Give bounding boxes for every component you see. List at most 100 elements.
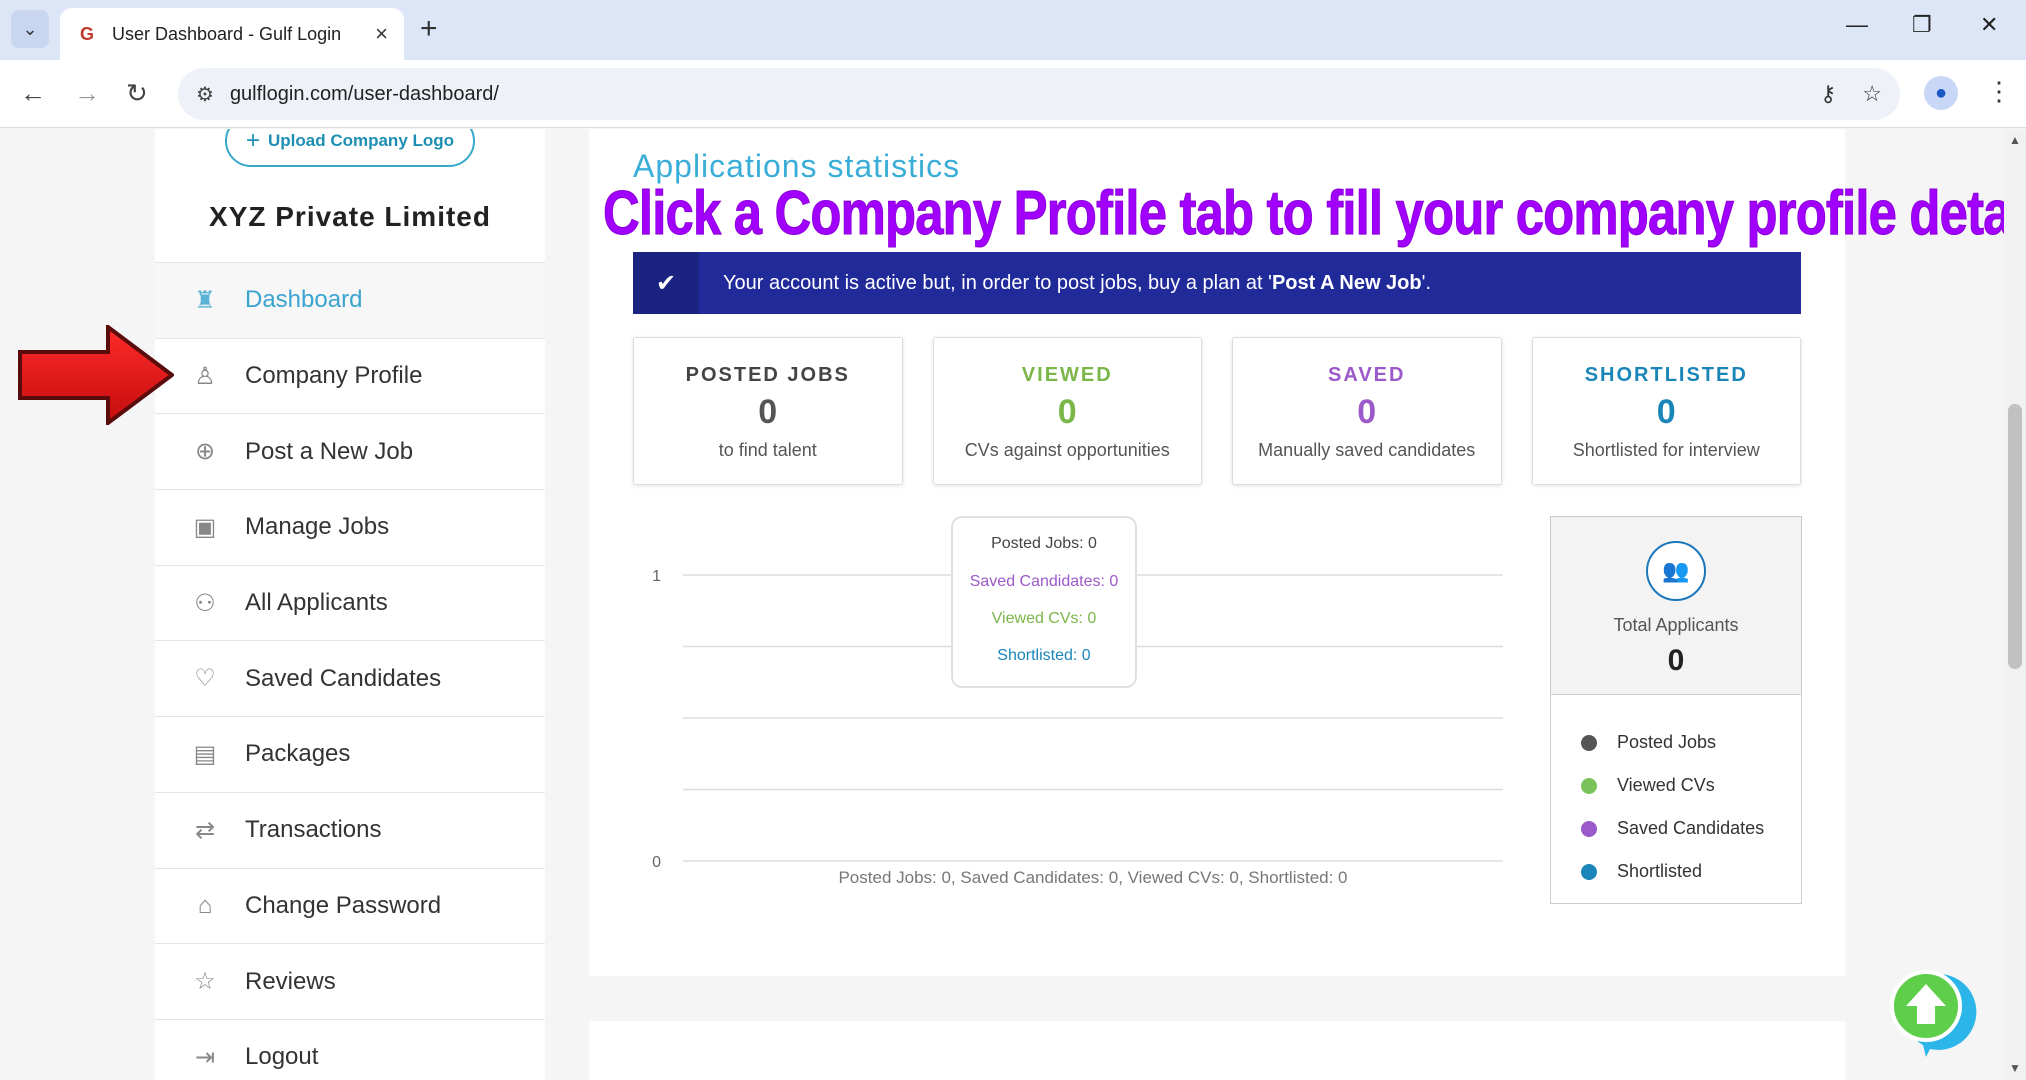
sidebar-item-logout[interactable]: ⇥ Logout <box>155 1018 545 1080</box>
user-icon: ♙ <box>194 362 216 390</box>
scroll-down-icon[interactable]: ▼ <box>2009 1061 2021 1075</box>
legend-dot <box>1581 863 1597 880</box>
url-text: gulflogin.com/user-dashboard/ <box>229 82 499 105</box>
chevron-down-icon: ⌄ <box>22 18 38 39</box>
alert-text: Your account is active but, in order to … <box>723 272 1431 295</box>
tooltip-viewed: Viewed CVs: 0 <box>992 610 1097 627</box>
tooltip-posted: Posted Jobs: 0 <box>991 535 1097 552</box>
sidebar-item-all-applicants[interactable]: ⚇ All Applicants <box>155 564 545 641</box>
stat-subtitle: CVs against opportunities <box>964 440 1170 460</box>
close-window-icon[interactable]: ✕ <box>1980 12 1998 38</box>
legend-dot <box>1581 820 1597 837</box>
sidebar-item-label: Logout <box>245 1043 319 1071</box>
alert-text-after: '. <box>1421 271 1431 294</box>
star-icon: ☆ <box>194 968 216 996</box>
upload-logo-button[interactable]: + Upload Company Logo <box>225 129 475 167</box>
card-icon: ▤ <box>193 740 217 768</box>
forward-icon[interactable]: → <box>74 78 100 109</box>
bookmark-star-icon[interactable]: ☆ <box>1862 81 1882 107</box>
stats-row: POSTED JOBS 0 to find talent VIEWED 0 CV… <box>633 337 1801 485</box>
sidebar-item-post-job[interactable]: ⊕ Post a New Job <box>155 413 545 489</box>
briefcase-icon: ▣ <box>193 513 217 541</box>
stat-title: POSTED JOBS <box>685 364 850 386</box>
stat-card-posted-jobs: POSTED JOBS 0 to find talent <box>633 337 903 485</box>
site-favicon-icon: G <box>79 23 94 44</box>
total-applicants-legend: 👥 Total Applicants 0 Posted Jobs Viewed … <box>1550 516 1802 904</box>
legend-list: Posted Jobs Viewed CVs Saved Candidates … <box>1551 695 1801 893</box>
legend-item-shortlisted: Shortlisted <box>1581 850 1801 893</box>
sidebar-item-transactions[interactable]: ⇄ Transactions <box>155 791 545 868</box>
scroll-to-top-button[interactable] <box>1886 966 1978 1058</box>
sidebar-item-label: Manage Jobs <box>245 513 390 541</box>
page-scrollbar[interactable]: ▲ ▼ <box>2004 129 2026 1080</box>
sidebar-item-label: Transactions <box>245 816 382 844</box>
total-applicants-summary: 👥 Total Applicants 0 <box>1551 517 1801 695</box>
browser-menu-icon[interactable]: ⋮ <box>1986 76 2012 107</box>
alert-text-before: Your account is active but, in order to … <box>723 271 1272 294</box>
stat-value: 0 <box>1656 393 1676 431</box>
back-icon[interactable]: ← <box>20 78 46 109</box>
sidebar-item-label: Saved Candidates <box>245 664 442 692</box>
dashboard-sidebar: + Upload Company Logo XYZ Private Limite… <box>155 129 545 1080</box>
sidebar-item-label: Packages <box>245 740 351 768</box>
stat-subtitle: Shortlisted for interview <box>1572 440 1760 460</box>
sidebar-item-label: Company Profile <box>245 362 423 390</box>
sidebar-item-label: Reviews <box>245 967 336 995</box>
x-axis-label: Posted Jobs: 0, Saved Candidates: 0, Vie… <box>838 868 1347 887</box>
site-info-icon[interactable]: ⚙ <box>196 82 214 107</box>
post-new-job-link[interactable]: Post A New Job <box>1272 272 1422 294</box>
plus-icon: + <box>245 129 260 154</box>
legend-item-posted: Posted Jobs <box>1581 721 1801 764</box>
stat-value: 0 <box>758 393 778 431</box>
sidebar-item-label: All Applicants <box>245 589 388 617</box>
browser-tab[interactable]: G User Dashboard - Gulf Login × <box>60 8 404 60</box>
tooltip-saved: Saved Candidates: 0 <box>970 573 1119 590</box>
browser-tabbar: ⌄ G User Dashboard - Gulf Login × + — ❐ … <box>0 0 2026 60</box>
sidebar-item-manage-jobs[interactable]: ▣ Manage Jobs <box>155 489 545 565</box>
group-icon: ⚇ <box>194 589 216 617</box>
sidebar-menu: ♜ Dashboard ♙ Company Profile ⊕ Post a N… <box>155 262 545 1080</box>
address-bar[interactable]: ⚙ gulflogin.com/user-dashboard/ ⚷ ☆ <box>178 68 1900 120</box>
sidebar-item-saved-candidates[interactable]: ♡ Saved Candidates <box>155 640 545 716</box>
total-applicants-value: 0 <box>1667 644 1685 677</box>
legend-label: Saved Candidates <box>1617 818 1765 838</box>
stat-title: SHORTLISTED <box>1584 364 1748 386</box>
restore-icon[interactable]: ❐ <box>1912 12 1932 38</box>
close-tab-icon[interactable]: × <box>375 21 388 47</box>
transactions-icon: ⇄ <box>194 816 216 844</box>
total-applicants-label: Total Applicants <box>1613 615 1739 635</box>
legend-label: Posted Jobs <box>1617 732 1717 752</box>
minimize-icon[interactable]: — <box>1846 12 1868 38</box>
next-panel <box>589 1021 1845 1080</box>
stat-card-viewed: VIEWED 0 CVs against opportunities <box>932 337 1202 485</box>
account-alert: ✔ Your account is active but, in order t… <box>633 252 1801 314</box>
stat-card-saved: SAVED 0 Manually saved candidates <box>1232 337 1502 485</box>
legend-dot <box>1581 777 1597 794</box>
legend-label: Viewed CVs <box>1617 775 1715 795</box>
sidebar-item-dashboard[interactable]: ♜ Dashboard <box>155 262 545 338</box>
tab-search-button[interactable]: ⌄ <box>11 10 49 48</box>
reload-icon[interactable]: ↻ <box>126 78 148 109</box>
sidebar-item-reviews[interactable]: ☆ Reviews <box>155 943 545 1019</box>
password-key-icon[interactable]: ⚷ <box>1820 81 1836 107</box>
sidebar-item-packages[interactable]: ▤ Packages <box>155 716 545 792</box>
sidebar-item-company-profile[interactable]: ♙ Company Profile <box>155 337 545 414</box>
tab-title: User Dashboard - Gulf Login <box>112 23 342 44</box>
stat-subtitle: Manually saved candidates <box>1258 440 1476 460</box>
sidebar-item-change-password[interactable]: ⌂ Change Password <box>155 867 545 944</box>
y-tick-label: 0 <box>652 854 661 871</box>
scroll-thumb[interactable] <box>2008 404 2022 669</box>
legend-dot <box>1581 734 1597 751</box>
y-tick-label: 1 <box>652 568 661 585</box>
profile-avatar-icon[interactable]: ● <box>1924 76 1958 110</box>
plus-circle-icon: ⊕ <box>194 438 216 466</box>
upload-logo-label: Upload Company Logo <box>267 131 455 150</box>
heart-icon: ♡ <box>194 665 216 693</box>
sidebar-item-label: Dashboard <box>245 286 363 314</box>
sidebar-item-label: Change Password <box>245 891 442 919</box>
scroll-up-icon[interactable]: ▲ <box>2009 133 2021 147</box>
lock-icon: ⌂ <box>197 891 213 919</box>
new-tab-icon[interactable]: + <box>420 12 438 46</box>
stat-subtitle: to find talent <box>718 440 817 460</box>
browser-toolbar: ← → ↻ ⚙ gulflogin.com/user-dashboard/ ⚷ … <box>0 60 2026 128</box>
